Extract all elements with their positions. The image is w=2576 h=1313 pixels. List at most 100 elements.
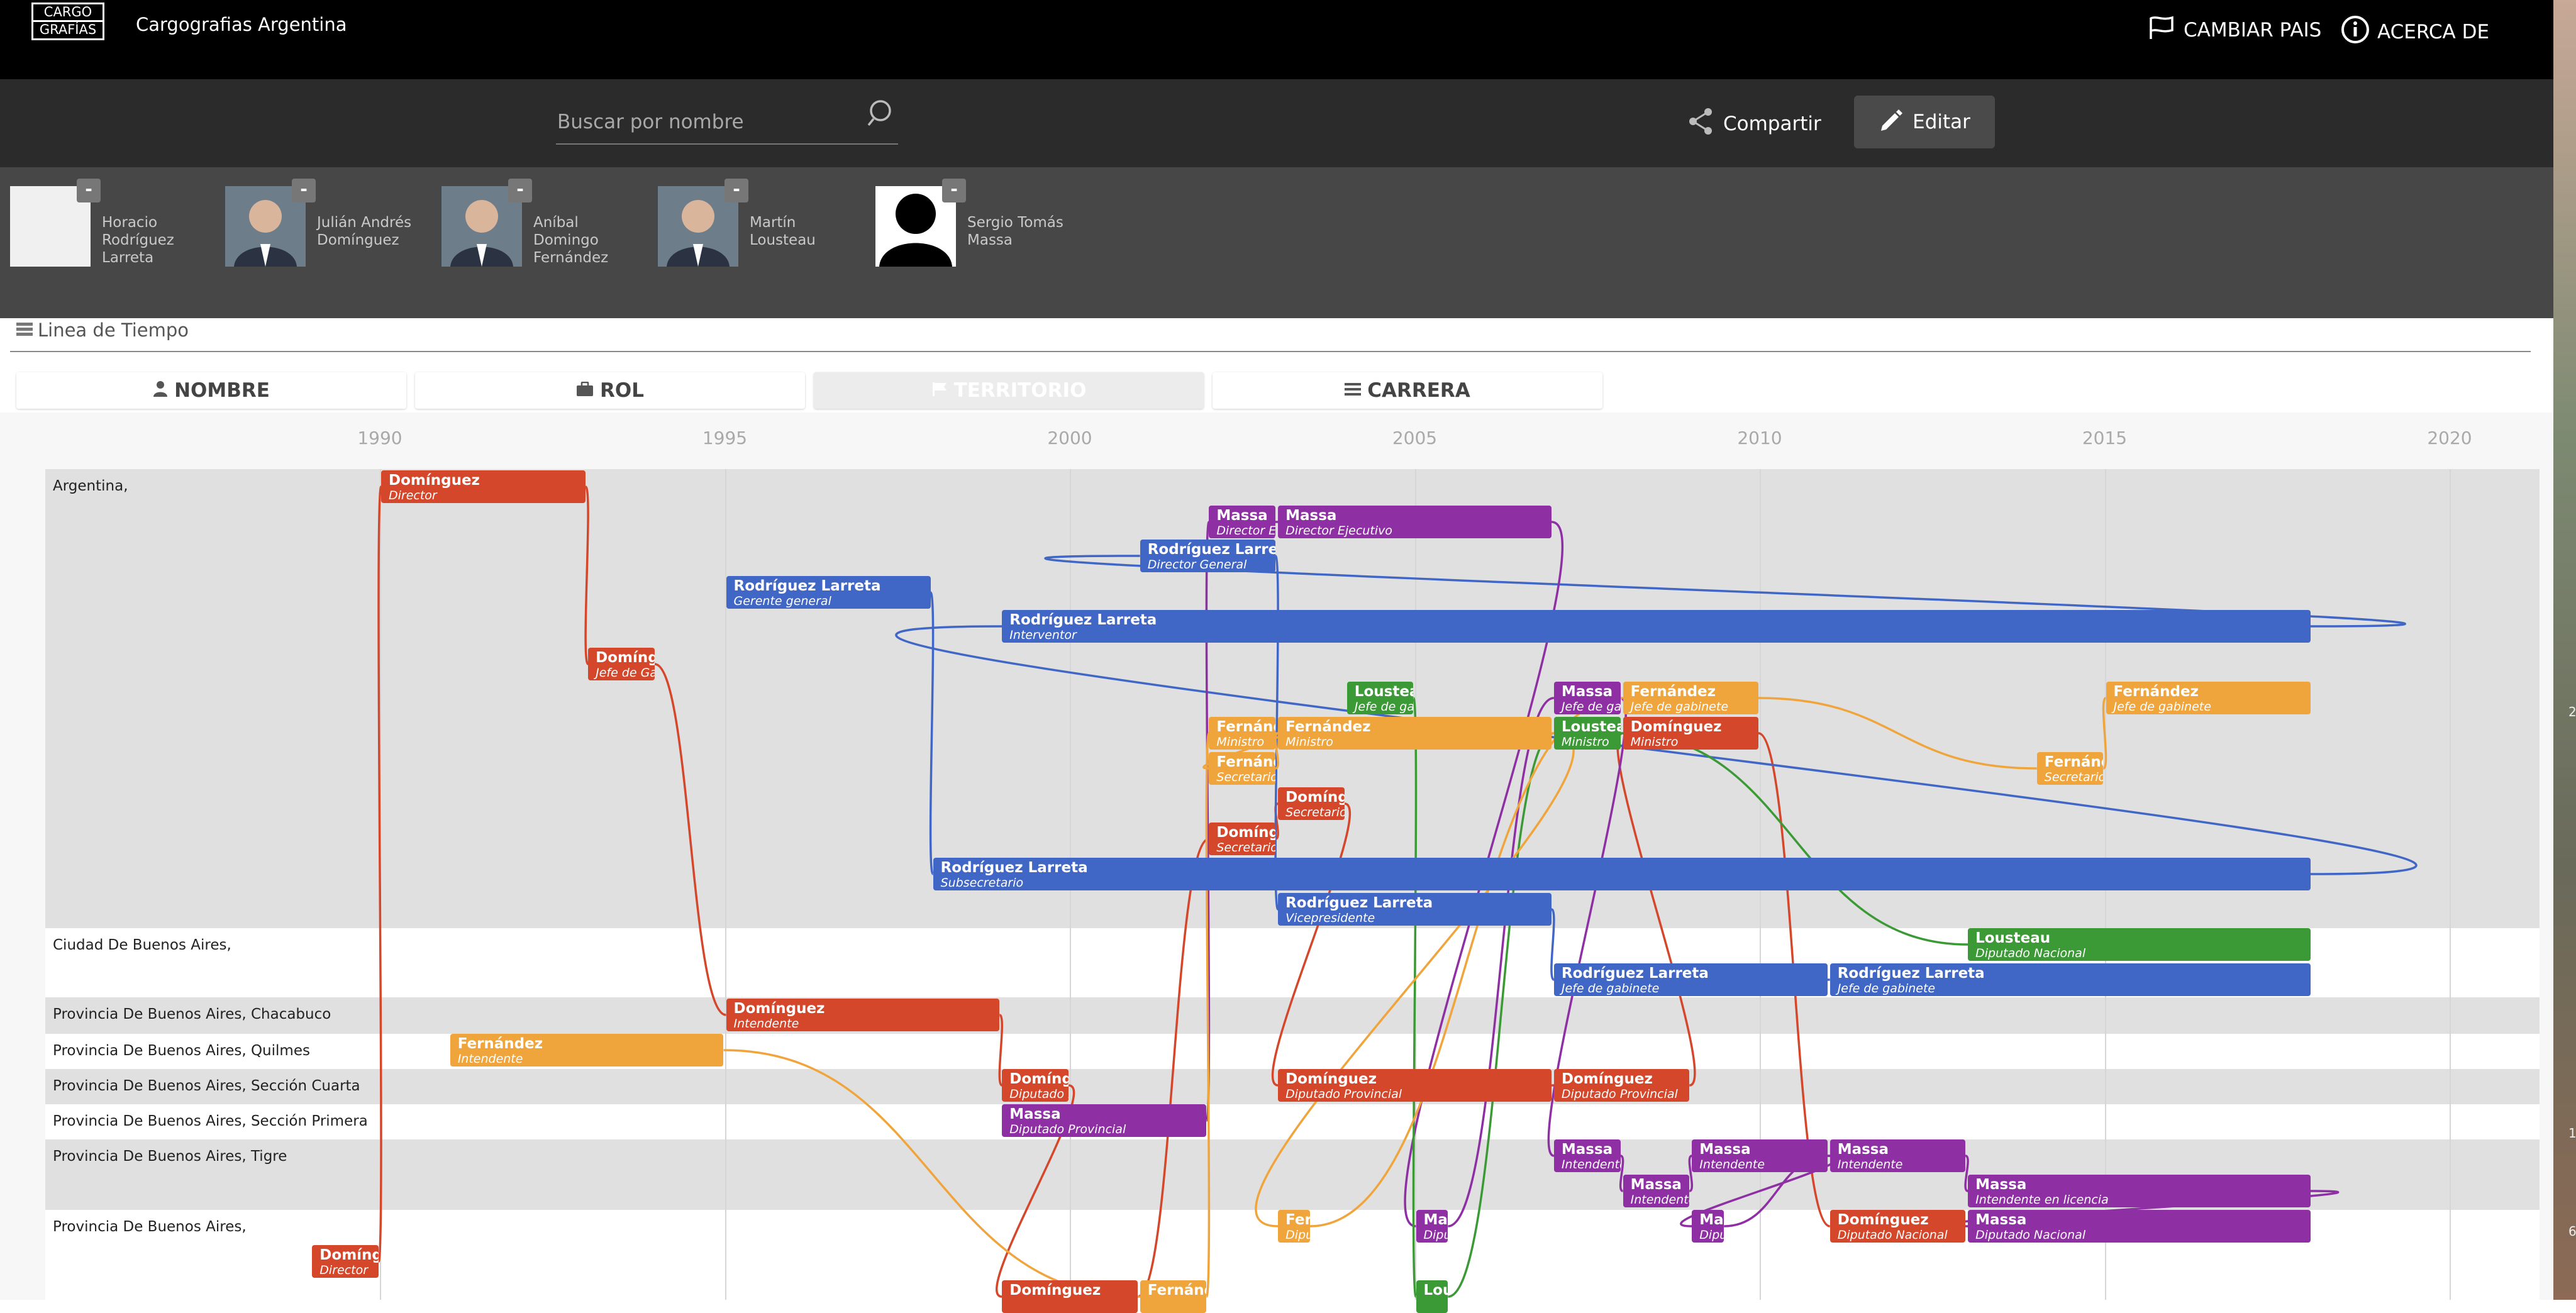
tab-nombre[interactable]: NOMBRE [16, 372, 406, 409]
segment-role: Intendente [1837, 1158, 1903, 1172]
edit-button[interactable]: Editar [1854, 96, 1995, 148]
career-segment[interactable]: Rodríguez Larreta Interventor [1002, 610, 2311, 643]
person-name-line: Julián Andrés [317, 214, 412, 231]
career-segment[interactable]: Rodríguez Larreta Jefe de gabinete [1829, 963, 2311, 996]
career-segment[interactable]: Rodríguez Larreta Subsecretario [933, 858, 2311, 890]
career-segment[interactable]: FernándezDiputado [1278, 1210, 1310, 1243]
segment-person: Domínguez [1009, 1071, 1069, 1087]
career-segment[interactable]: Domínguez Diputado Nacional [1829, 1210, 1966, 1243]
career-segment[interactable]: DomínguezDirector [381, 470, 586, 503]
year-tick-label: 2010 [1737, 428, 1782, 448]
segment-person: Domínguez [1216, 824, 1276, 841]
person-card[interactable]: - Julián Andrés Domínguez [225, 179, 414, 268]
segment-person: Massa [1009, 1106, 1061, 1122]
career-segment[interactable]: MassaIntendente en licencia [1623, 1175, 1690, 1207]
segment-person: Domínguez [1285, 789, 1345, 806]
career-segment[interactable]: DomínguezSecretario de Gabinete y Relaci… [1209, 823, 1276, 855]
career-segment[interactable]: FernándezMinistro [1209, 717, 1276, 750]
career-segment[interactable]: Domínguez [1002, 1280, 1138, 1313]
career-segment[interactable]: Fernández Jefe de gabinete [1623, 682, 1758, 714]
career-segment[interactable]: DomínguezDiputado Provincial [1553, 1069, 1690, 1102]
career-segment[interactable]: Rodríguez Larreta Vicepresidente [1278, 893, 1552, 926]
career-segment[interactable]: MassaDirector Ejecutivo [1278, 506, 1552, 538]
year-gridline [380, 469, 381, 1300]
career-segment[interactable]: Domínguez Ministro [1623, 717, 1758, 750]
territory-row [45, 1034, 2540, 1069]
career-segment[interactable]: Massa Intendente [1692, 1139, 1828, 1172]
career-segment[interactable]: MassaDirector Ejecutivo [1209, 506, 1276, 538]
segment-person: Lousteau [1975, 930, 2051, 946]
remove-person-button[interactable]: - [292, 179, 316, 202]
career-segment[interactable]: DomínguezDirector [312, 1245, 379, 1278]
person-card[interactable]: - Horacio Rodríguez Larreta [10, 179, 199, 268]
segment-person: Rodríguez Larreta [1561, 965, 1709, 982]
app-logo[interactable]: CARGO GRAFÍAS [31, 3, 104, 40]
segment-role: Subsecretario [940, 876, 1024, 890]
career-segment[interactable]: Rodríguez LarretaDirector General [1140, 540, 1276, 572]
segment-role: Director Ejecutivo [1216, 524, 1276, 538]
career-segment[interactable]: FernándezMinistro [1278, 717, 1552, 750]
segment-role: Ministro [1216, 735, 1265, 749]
person-name-line: Domingo [533, 232, 599, 248]
career-segment[interactable]: Rodríguez Larreta Jefe de gabinete [1553, 963, 1828, 996]
territory-row-label: Provincia De Buenos Aires, [53, 1219, 247, 1235]
career-segment[interactable]: DomínguezDiputado Provincial [1002, 1069, 1069, 1102]
career-segment[interactable]: LousteauJefe de gabinete [1346, 682, 1414, 714]
career-segment[interactable]: Massa Intendente [1553, 1139, 1621, 1172]
career-segment[interactable]: DomínguezSecretario de Asuntos Militares [1278, 787, 1345, 820]
segment-role: Director General [1147, 558, 1247, 572]
career-segment[interactable]: Lousteau [1416, 1280, 1448, 1313]
career-segment[interactable]: Fernández [1140, 1280, 1207, 1313]
logo-line-2: GRAFÍAS [33, 20, 103, 38]
tab-rol[interactable]: ROL [415, 372, 805, 409]
career-segment[interactable]: Rodríguez Larreta Gerente general [726, 576, 931, 609]
career-segment[interactable]: Domínguez Intendente [726, 999, 1000, 1031]
year-tick-label: 2005 [1392, 428, 1438, 448]
person-name-line: Sergio Tomás [967, 214, 1063, 231]
career-segment[interactable]: Fernández Jefe de gabinete [2106, 682, 2311, 714]
segment-person: Fernández [1216, 754, 1275, 770]
career-segment[interactable]: MassaDiputado [1416, 1210, 1448, 1243]
person-name: Horacio Rodríguez Larreta [102, 214, 203, 267]
career-segment[interactable]: Massa Diputado Nacional [1968, 1210, 2311, 1243]
search-icon[interactable] [867, 98, 897, 131]
person-card[interactable]: - Aníbal Domingo Fernández [441, 179, 630, 268]
career-segment[interactable]: FernándezSecretario [1209, 752, 1276, 785]
career-segment[interactable]: MassaIntendente en licencia [1968, 1175, 2311, 1207]
share-button[interactable]: Compartir [1687, 107, 1821, 141]
person-name-line: Lousteau [750, 232, 816, 248]
change-country-button[interactable]: CAMBIAR PAIS [2147, 15, 2321, 45]
remove-person-button[interactable]: - [77, 179, 101, 202]
about-button[interactable]: ACERCA DE [2341, 15, 2489, 49]
segment-person: Massa [1630, 1177, 1682, 1193]
career-segment[interactable]: Massa Diputado Provincial [1002, 1104, 1207, 1137]
year-tick-label: 1995 [702, 428, 748, 448]
segment-person: Massa [1975, 1212, 2027, 1228]
career-segment[interactable]: LousteauMinistro [1553, 717, 1621, 750]
tab-carrera[interactable]: CARRERA [1213, 372, 1602, 409]
career-segment[interactable]: Massa Intendente [1829, 1139, 1966, 1172]
segment-person: Massa [1975, 1177, 2027, 1193]
segment-person: Fernández [2113, 684, 2199, 700]
tab-territorio: TERRITORIO [814, 372, 1204, 409]
territory-row-label: Ciudad De Buenos Aires, [53, 937, 231, 953]
territory-row-label: Provincia De Buenos Aires, Quilmes [53, 1043, 310, 1059]
career-segment[interactable]: MassaDiputado [1692, 1210, 1724, 1243]
career-segment[interactable]: DomínguezDiputado Provincial [1278, 1069, 1552, 1102]
career-segment[interactable]: Lousteau Diputado Nacional [1968, 928, 2311, 961]
career-segment[interactable]: DomínguezJefe de Gabinete de Asesores [588, 648, 655, 680]
career-segment[interactable]: FernándezSecretario [2036, 752, 2104, 785]
tab-carrera-label: CARRERA [1367, 379, 1470, 402]
person-card[interactable]: - Sergio Tomás Massa [875, 179, 1064, 268]
remove-person-button[interactable]: - [942, 179, 966, 202]
career-segment[interactable]: Fernández Intendente [450, 1034, 724, 1066]
person-card[interactable]: - Martín Lousteau [658, 179, 847, 268]
person-name-line: Aníbal [533, 214, 579, 231]
remove-person-button[interactable]: - [508, 179, 532, 202]
territory-row-label: Provincia De Buenos Aires, Sección Prime… [53, 1113, 368, 1129]
segment-role: Secretario [1216, 770, 1276, 784]
remove-person-button[interactable]: - [724, 179, 748, 202]
search-input[interactable] [556, 106, 860, 138]
segment-role: Ministro [1630, 735, 1679, 749]
career-segment[interactable]: MassaJefe de gabinete [1553, 682, 1621, 714]
